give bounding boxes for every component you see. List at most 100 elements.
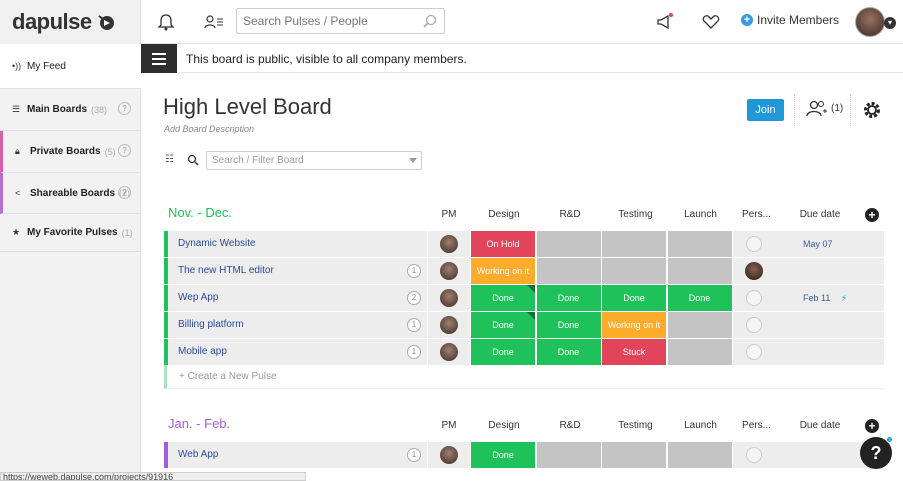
pm-cell[interactable] [428,258,470,284]
status-cell[interactable]: Working on it [471,258,536,284]
status-cell[interactable] [536,258,602,284]
table-row[interactable]: The new HTML editor 1 Working on it [164,258,884,284]
logo-area[interactable]: dapulse [0,0,141,44]
column-header[interactable]: PM [427,420,471,431]
status-cell[interactable] [667,258,733,284]
add-column-button[interactable]: + [865,208,879,222]
updates-count-badge[interactable]: 1 [407,318,421,332]
sidebar-item-private-boards[interactable]: 🔒︎ Private Boards (5) ? [0,131,141,173]
table-row[interactable]: Wep App 2 Done Done Done Done Feb 11 ⚡︎ [164,285,884,311]
column-header[interactable]: R&D [537,209,603,220]
table-row[interactable]: Dynamic Website On Hold May 07 [164,231,884,257]
pulse-name[interactable]: Billing platform [168,312,427,338]
pm-cell[interactable] [428,285,470,311]
heart-icon[interactable] [701,12,721,32]
search-input[interactable] [237,9,417,33]
board-title[interactable]: High Level Board [163,94,332,120]
pulse-name[interactable]: The new HTML editor [168,258,427,284]
person-avatar[interactable] [745,262,763,280]
person-placeholder-icon[interactable] [746,344,762,360]
updates-count-badge[interactable]: 1 [407,448,421,462]
pm-avatar[interactable] [440,316,458,334]
board-description[interactable]: Add Board Description [164,124,254,134]
status-cell[interactable]: On Hold [471,231,536,257]
pm-cell[interactable] [428,442,470,468]
megaphone-icon[interactable] [655,12,675,32]
join-button[interactable]: Join [747,99,784,121]
caret-down-icon[interactable] [409,158,417,163]
search-icon[interactable] [422,13,438,29]
updates-count-badge[interactable]: 2 [407,291,421,305]
pulse-name[interactable]: Wep App [168,285,427,311]
column-header[interactable]: Due date [780,209,860,220]
pulse-name[interactable]: Dynamic Website [168,231,427,257]
status-cell[interactable] [602,231,667,257]
people-list-icon[interactable] [203,12,225,32]
column-header[interactable]: Design [471,209,537,220]
help-icon[interactable]: ? [118,102,131,115]
status-cell[interactable] [536,442,602,468]
table-row[interactable]: Billing platform 1 Done Done Working on it [164,312,884,338]
status-cell[interactable]: Done [471,442,536,468]
status-cell[interactable]: Stuck [602,339,667,365]
table-row[interactable]: Mobile app 1 Done Done Stuck [164,339,884,365]
status-cell[interactable] [667,312,733,338]
status-cell[interactable]: Done [536,312,602,338]
due-date-cell[interactable]: Feb 11 ⚡︎ [777,285,857,311]
table-row[interactable]: Web App 1 Done [164,442,884,468]
help-icon[interactable]: ? [118,144,131,157]
person-placeholder-icon[interactable] [746,290,762,306]
column-header[interactable]: Pers... [733,420,780,431]
sidebar-item-favorite-pulses[interactable]: ★ My Favorite Pulses (1) [0,214,141,252]
help-icon[interactable]: ? [118,186,131,199]
pm-avatar[interactable] [440,289,458,307]
status-cell[interactable] [602,442,667,468]
sidebar-item-my-feed[interactable]: •)) My Feed [0,44,141,89]
pm-cell[interactable] [428,231,470,257]
sidebar-item-shareable-boards[interactable]: < Shareable Boards (2) ? [0,173,141,214]
person-placeholder-icon[interactable] [746,236,762,252]
column-header[interactable]: R&D [537,420,603,431]
pm-avatar[interactable] [440,446,458,464]
status-cell[interactable]: Done [667,285,733,311]
menu-toggle-button[interactable] [141,44,177,73]
person-cell[interactable] [733,442,777,468]
person-cell[interactable] [733,285,777,311]
add-column-button[interactable]: + [865,419,879,433]
pulse-name[interactable]: Web App [168,442,427,468]
person-placeholder-icon[interactable] [746,317,762,333]
status-cell[interactable] [536,231,602,257]
group-title[interactable]: Nov. - Dec. [168,205,232,220]
status-cell[interactable]: Done [602,285,667,311]
status-cell[interactable]: Done [471,339,536,365]
chevron-down-icon[interactable]: ▾ [884,17,896,29]
status-cell[interactable]: Done [471,285,536,311]
column-header[interactable]: PM [427,209,471,220]
sidebar-item-main-boards[interactable]: ☰ Main Boards (38) ? [0,89,141,131]
filter-board-input[interactable]: Search / Filter Board [206,151,422,170]
bell-icon[interactable] [156,12,176,32]
due-date-cell[interactable] [777,442,857,468]
status-cell[interactable] [667,442,733,468]
status-cell[interactable] [602,258,667,284]
user-avatar[interactable] [855,7,885,37]
column-header[interactable]: Launch [668,420,733,431]
column-header[interactable]: Testimg [603,209,668,220]
column-header[interactable]: Due date [780,420,860,431]
due-date-cell[interactable] [777,258,857,284]
pm-cell[interactable] [428,312,470,338]
due-date-cell[interactable]: May 07 [777,231,857,257]
updates-count-badge[interactable]: 1 [407,345,421,359]
pm-cell[interactable] [428,339,470,365]
board-members-button[interactable]: (1) [806,99,843,117]
create-new-pulse-input[interactable]: + Create a New Pulse [164,365,884,389]
status-cell[interactable] [667,339,733,365]
person-cell[interactable] [733,258,777,284]
app-logo[interactable]: dapulse [12,9,92,35]
status-cell[interactable]: Working on it [602,312,667,338]
column-header[interactable]: Testimg [603,420,668,431]
column-header[interactable]: Launch [668,209,733,220]
person-cell[interactable] [733,312,777,338]
column-header[interactable]: Design [471,420,537,431]
group-title[interactable]: Jan. - Feb. [168,416,230,431]
